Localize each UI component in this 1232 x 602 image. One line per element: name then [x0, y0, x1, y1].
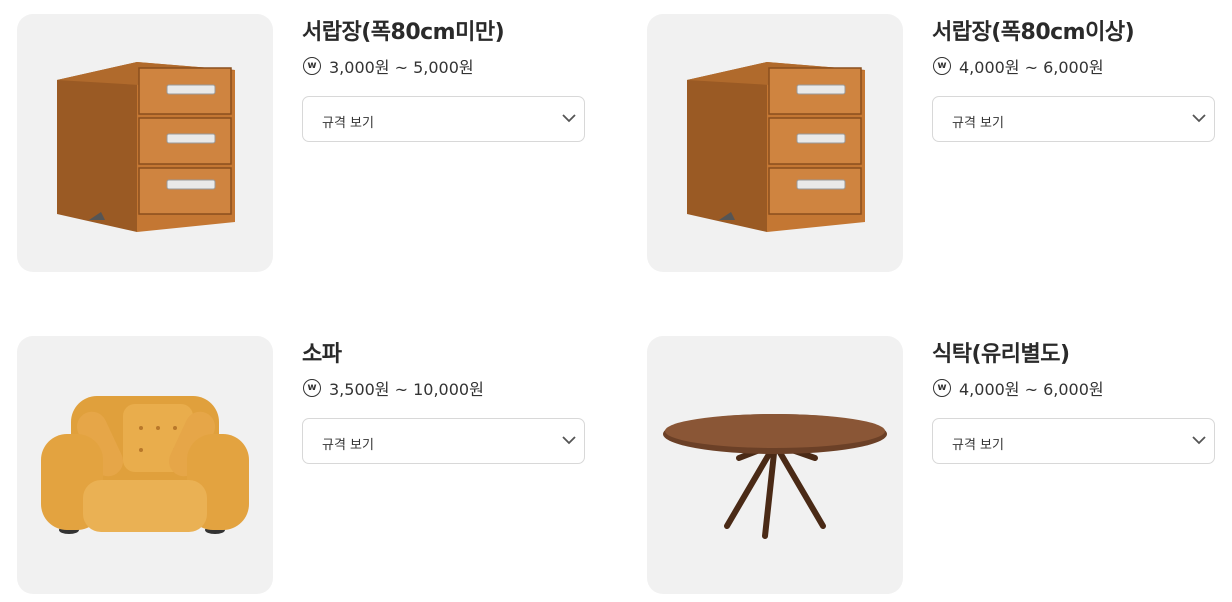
- round-table-illustration: [663, 414, 887, 539]
- product-price: w 4,000원 ~ 6,000원: [933, 54, 1104, 78]
- sofa-illustration: [41, 396, 249, 534]
- won-icon: w: [933, 57, 951, 75]
- product-title: 서랍장(폭80cm미만): [302, 20, 505, 45]
- chevron-down-icon: [1192, 436, 1206, 445]
- product-title: 식탁(유리별도): [932, 342, 1070, 367]
- product-title: 소파: [302, 342, 342, 367]
- spec-dropdown-label: 규격 보기: [952, 438, 1004, 453]
- spec-dropdown[interactable]: 규격 보기: [932, 418, 1215, 464]
- spec-dropdown-label: 규격 보기: [322, 116, 374, 131]
- spec-dropdown-label: 규격 보기: [322, 438, 374, 453]
- product-card-drawer-large: 서랍장(폭80cm이상) w 4,000원 ~ 6,000원 규격 보기: [647, 14, 1232, 272]
- price-range: 3,500원 ~ 10,000원: [329, 380, 484, 399]
- spec-dropdown[interactable]: 규격 보기: [932, 96, 1215, 142]
- product-image-sofa[interactable]: [17, 336, 273, 594]
- chevron-down-icon: [562, 114, 576, 123]
- product-price: w 3,000원 ~ 5,000원: [303, 54, 474, 78]
- product-price: w 4,000원 ~ 6,000원: [933, 376, 1104, 400]
- won-icon: w: [303, 379, 321, 397]
- product-image-drawer-chest[interactable]: [17, 14, 273, 272]
- chevron-down-icon: [1192, 114, 1206, 123]
- product-card-dining-table: 식탁(유리별도) w 4,000원 ~ 6,000원 규격 보기: [647, 336, 1232, 594]
- price-range: 4,000원 ~ 6,000원: [959, 380, 1104, 399]
- won-icon: w: [303, 57, 321, 75]
- product-price: w 3,500원 ~ 10,000원: [303, 376, 484, 400]
- product-card-sofa: 소파 w 3,500원 ~ 10,000원 규격 보기: [17, 336, 617, 594]
- spec-dropdown-label: 규격 보기: [952, 116, 1004, 131]
- spec-dropdown[interactable]: 규격 보기: [302, 418, 585, 464]
- spec-dropdown[interactable]: 규격 보기: [302, 96, 585, 142]
- product-title: 서랍장(폭80cm이상): [932, 20, 1135, 45]
- won-icon: w: [933, 379, 951, 397]
- drawer-chest-illustration: [687, 62, 865, 232]
- product-card-drawer-small: 서랍장(폭80cm미만) w 3,000원 ~ 5,000원 규격 보기: [17, 14, 617, 272]
- price-range: 4,000원 ~ 6,000원: [959, 58, 1104, 77]
- price-range: 3,000원 ~ 5,000원: [329, 58, 474, 77]
- product-image-round-table[interactable]: [647, 336, 903, 594]
- drawer-chest-illustration: [57, 62, 235, 232]
- product-image-drawer-chest[interactable]: [647, 14, 903, 272]
- chevron-down-icon: [562, 436, 576, 445]
